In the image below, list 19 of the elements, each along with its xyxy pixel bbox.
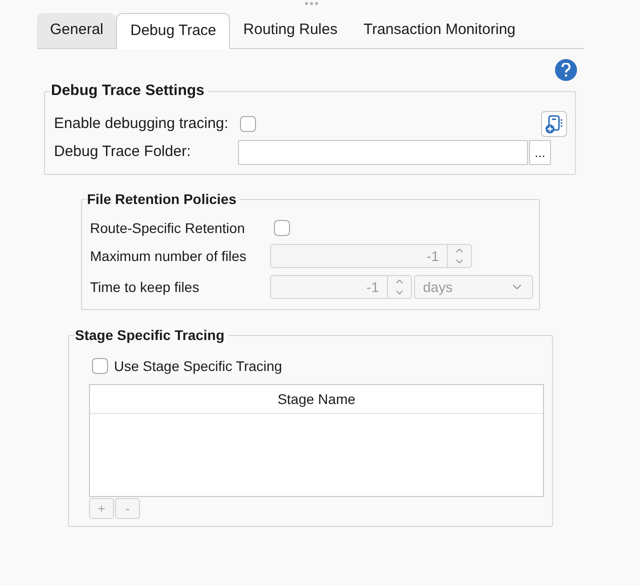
- tab[interactable]: Routing Rules: [230, 13, 350, 48]
- column-header[interactable]: Stage Name: [90, 385, 543, 413]
- folder-input-field[interactable]: [238, 140, 528, 165]
- tab[interactable]: General: [37, 13, 116, 48]
- add-document-icon[interactable]: [541, 111, 567, 137]
- checkbox-label: Use Stage Specific Tracing: [114, 356, 282, 376]
- group-title: Debug Trace Settings: [51, 82, 208, 100]
- field-label: Debug Trace Folder:: [54, 142, 192, 162]
- field-label: Enable debugging tracing:: [54, 114, 230, 134]
- checkbox[interactable]: [240, 116, 256, 132]
- browse-button[interactable]: ...: [529, 140, 551, 165]
- field-label: Route-Specific Retention: [90, 218, 246, 238]
- field-label: Maximum number of files: [90, 246, 248, 266]
- tab[interactable]: Debug Trace: [116, 13, 230, 49]
- tab[interactable]: Transaction Monitoring: [350, 13, 528, 48]
- drag-handle-icon[interactable]: [305, 2, 318, 5]
- field-label: Time to keep files: [90, 278, 200, 297]
- checkbox[interactable]: [92, 358, 108, 374]
- help-icon[interactable]: [555, 59, 577, 81]
